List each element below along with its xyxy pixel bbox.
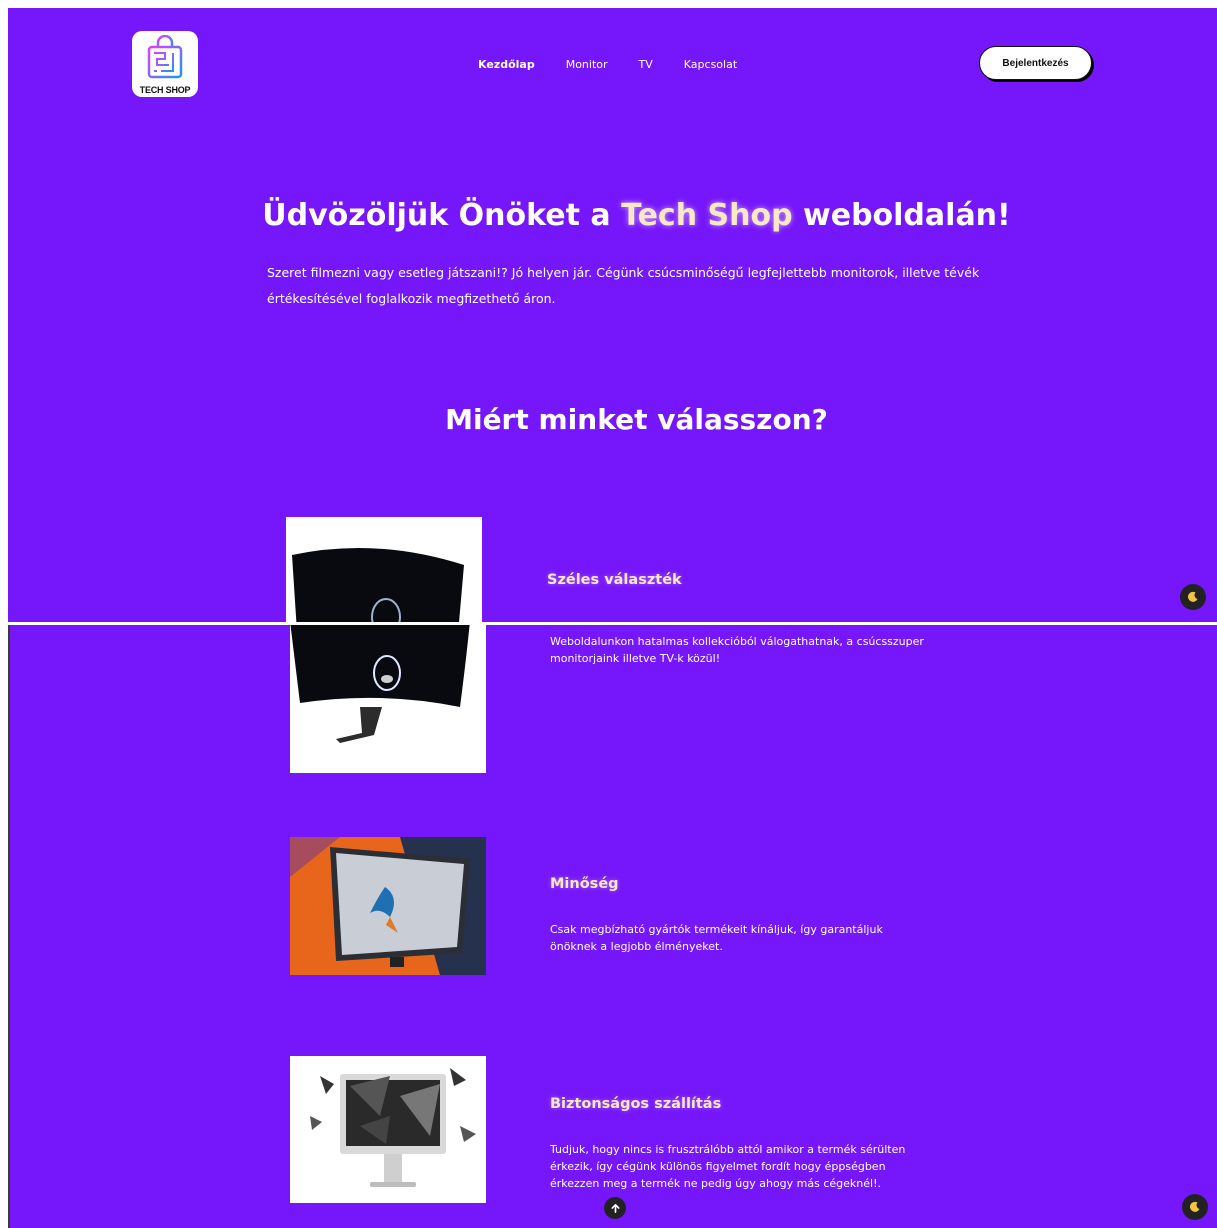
shattered-imac-icon xyxy=(310,1068,476,1187)
why-us-title: Miért minket válasszon? xyxy=(445,403,828,436)
hero-title-start: Üdvözöljük Önöket a xyxy=(262,198,622,233)
nav-monitor[interactable]: Monitor xyxy=(566,58,608,71)
scroll-to-top-button[interactable] xyxy=(604,1197,626,1219)
feature-image-quality xyxy=(290,837,486,975)
moon-icon xyxy=(1187,591,1198,602)
hero-title: Üdvözöljük Önöket a Tech Shop weboldalán… xyxy=(8,198,1217,233)
main-nav: Kezdőlap Monitor TV Kapcsolat xyxy=(478,58,768,71)
feature-title-wide-selection: Széles választék xyxy=(547,572,682,588)
feature-title-safe-shipping: Biztonságos szállítás xyxy=(550,1096,722,1112)
nav-tv[interactable]: TV xyxy=(639,58,653,71)
feature-image-wide-selection-lower xyxy=(290,625,486,773)
login-button[interactable]: Bejelentkezés xyxy=(979,46,1092,80)
hero-title-brand: Tech Shop xyxy=(621,198,793,233)
hero-description: Szeret filmezni vagy esetleg játszani!? … xyxy=(267,265,980,306)
logo-text: TECH SHOP xyxy=(139,85,191,95)
logo[interactable]: TECH SHOP xyxy=(132,31,198,97)
feature-image-wide-selection xyxy=(286,517,482,622)
curved-monitor-icon xyxy=(292,548,464,622)
feature-text-quality: Csak megbízható gyártók termékeit kínálj… xyxy=(550,923,883,953)
feature-title-quality: Minőség xyxy=(550,876,619,892)
tv-kingfisher-icon xyxy=(290,837,486,975)
page-viewport-top: TECH SHOP Kezdőlap Monitor TV Kapcsolat … xyxy=(8,8,1217,622)
nav-home[interactable]: Kezdőlap xyxy=(478,58,535,71)
feature-text-wide-selection: Weboldalunkon hatalmas kollekcióból válo… xyxy=(550,635,924,665)
feature-image-safe-shipping xyxy=(290,1056,486,1203)
dark-mode-toggle[interactable] xyxy=(1180,584,1206,610)
curved-monitor-icon xyxy=(290,625,470,743)
page-viewport-bottom: Weboldalunkon hatalmas kollekcióból válo… xyxy=(8,625,1217,1228)
hero-title-end: weboldalán! xyxy=(792,198,1011,233)
nav-contact[interactable]: Kapcsolat xyxy=(684,58,737,71)
arrow-up-icon xyxy=(610,1203,620,1213)
dark-mode-toggle-bottom[interactable] xyxy=(1182,1194,1208,1220)
moon-icon xyxy=(1189,1201,1200,1212)
feature-text-safe-shipping: Tudjuk, hogy nincs is frusztrálóbb attól… xyxy=(550,1143,906,1190)
shopping-bag-icon xyxy=(147,35,183,79)
